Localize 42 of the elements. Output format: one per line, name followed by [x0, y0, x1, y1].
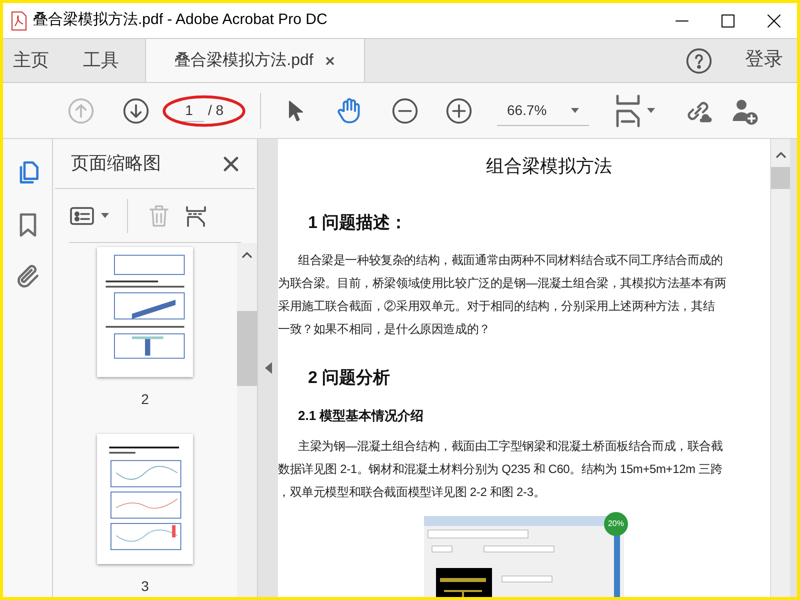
zoom-out-icon[interactable]: [391, 96, 419, 124]
caret-icon[interactable]: [101, 213, 109, 218]
pdf-app-icon: [11, 10, 27, 30]
nav-tab[interactable]: 主页: [3, 39, 73, 82]
page-count: / 8: [208, 101, 224, 120]
page-number: 2: [141, 390, 149, 409]
page-thumbnail[interactable]: [97, 247, 193, 377]
page-thumbnail[interactable]: [97, 434, 193, 564]
help-icon[interactable]: [685, 46, 713, 74]
close-icon[interactable]: [325, 56, 336, 66]
paragraph-line: 数据详见图 2-1。钢材和混凝土材料分别为 Q235 和 C60。结构为 15m+5m+12m 三跨: [278, 460, 724, 476]
scrollbar-thumb[interactable]: [771, 167, 790, 189]
maximize-icon[interactable]: [719, 12, 737, 30]
page-number: 3: [141, 577, 149, 596]
progress-badge: 20%: [604, 512, 628, 536]
close-icon[interactable]: [223, 156, 239, 172]
page-number-field[interactable]: 1: [174, 100, 204, 122]
options-icon[interactable]: [69, 204, 95, 226]
section-heading: 2 问题分析: [307, 366, 392, 388]
paragraph-line: 为联合梁。目前，桥梁领域使用比较广泛的是钢—混凝土组合梁，其模拟方法基本有两: [278, 274, 728, 290]
scroll-up-icon[interactable]: [774, 149, 786, 161]
document-title: 组合梁模拟方法: [485, 155, 613, 178]
scroll-up-icon[interactable]: [241, 249, 253, 261]
nav-tab[interactable]: 工具: [73, 39, 143, 82]
caret-icon[interactable]: [647, 108, 655, 113]
scrollbar-thumb[interactable]: [237, 311, 257, 386]
subsection-heading: 2.1 模型基本情况介绍: [297, 407, 425, 425]
paragraph-line: 组合梁是一种较复杂的结构，截面通常由两种不同材料结合或不同工序结合而成的: [297, 252, 724, 268]
section-heading: 1 问题描述：: [307, 212, 408, 234]
paragraph-line: 主梁为钢—混凝土组合结构，截面由工字型钢梁和混凝土桥面板结合而成，联合截: [297, 438, 724, 454]
paragraph-line: ，双单元模型和联合截面模型详见图 2-2 和图 2-3。: [278, 484, 546, 500]
close-icon[interactable]: [765, 12, 783, 30]
collapse-panel-icon[interactable]: [264, 362, 272, 374]
zoom-dropdown[interactable]: 66.7%: [497, 96, 589, 126]
panel-title: 页面缩略图: [71, 152, 161, 175]
caret-icon: [571, 108, 579, 112]
sign-in-button[interactable]: 登录: [745, 39, 783, 82]
window-title: 叠合梁模拟方法.pdf - Adobe Acrobat Pro DC: [33, 10, 328, 30]
zoom-in-icon[interactable]: [445, 96, 473, 124]
document-tab[interactable]: 叠合梁模拟方法.pdf: [145, 39, 365, 82]
paragraph-line: 采用施工联合截面，②采用双单元。对于相同的结构，分别采用上述两种方法，其结: [278, 298, 716, 314]
paragraph-line: 一致？如果不相同，是什么原因造成的？: [278, 320, 492, 336]
